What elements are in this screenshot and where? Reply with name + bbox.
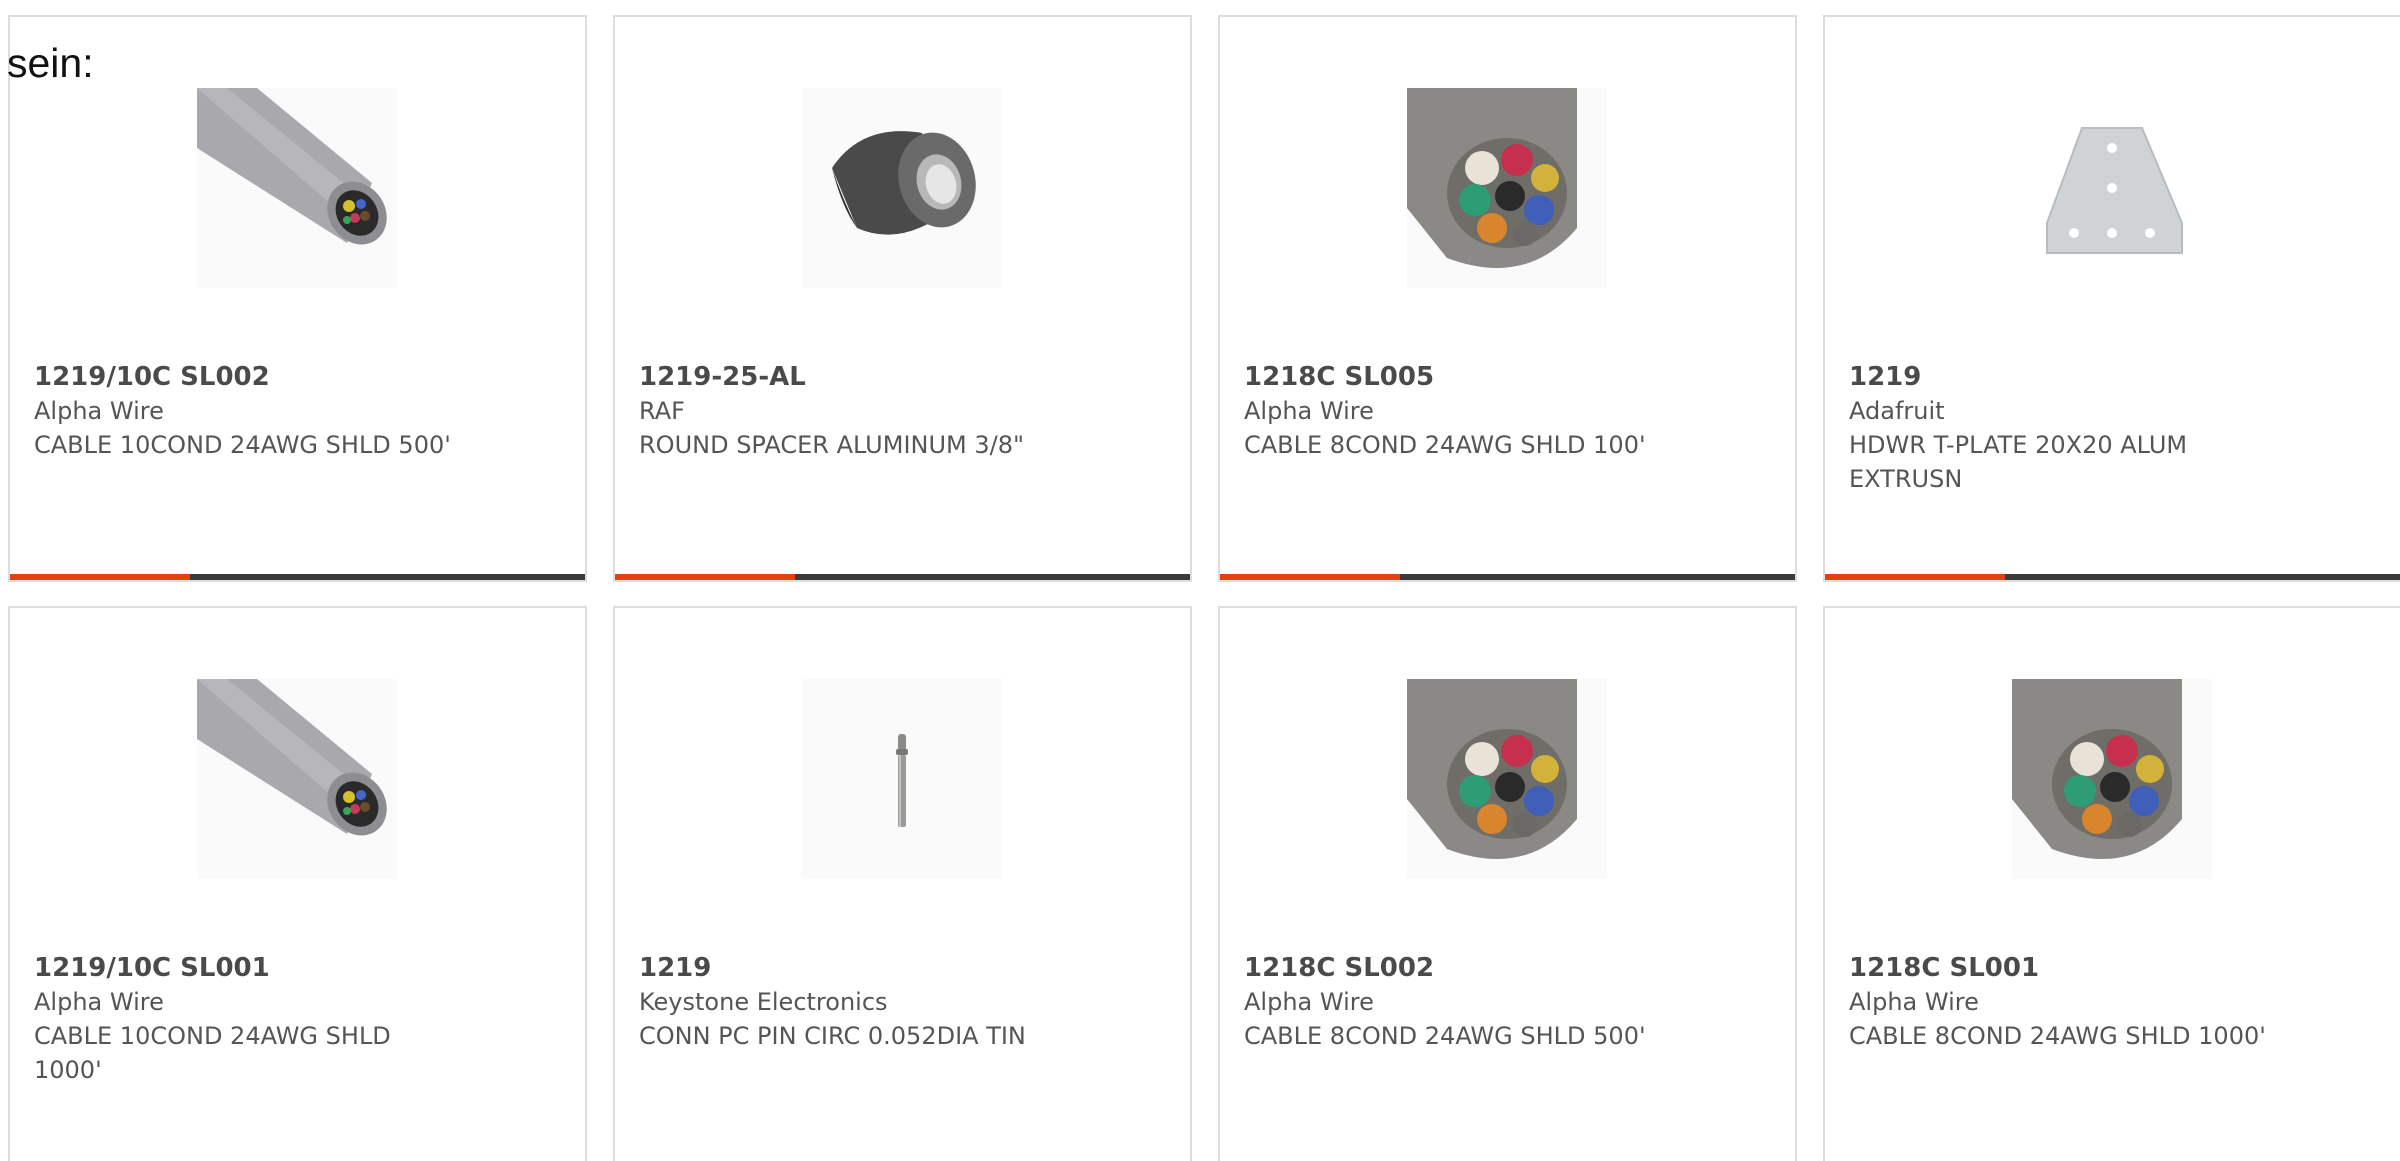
product-image[interactable] (197, 679, 397, 879)
part-number-link[interactable]: 1219/10C SL001 (34, 951, 464, 985)
product-details: 1219-25-AL RAF ROUND SPACER ALUMINUM 3/8… (639, 360, 1069, 462)
description: ROUND SPACER ALUMINUM 3/8" (639, 431, 1025, 459)
product-details: 1218C SL005 Alpha Wire CABLE 8COND 24AWG… (1244, 360, 1674, 462)
product-image[interactable] (1407, 88, 1607, 288)
product-card[interactable]: 1219 Adafruit HDWR T-PLATE 20X20 ALUM EX… (1823, 15, 2400, 582)
card-accent-bar (10, 574, 190, 580)
manufacturer: Alpha Wire (1849, 988, 1979, 1016)
product-card[interactable]: 1219 Keystone Electronics CONN PC PIN CI… (613, 606, 1192, 1161)
product-details: 1219 Keystone Electronics CONN PC PIN CI… (639, 951, 1069, 1053)
manufacturer: Alpha Wire (1244, 988, 1374, 1016)
description: HDWR T-PLATE 20X20 ALUM EXTRUSN (1849, 431, 2188, 493)
product-card[interactable]: 1219/10C SL002 Alpha Wire CABLE 10COND 2… (8, 15, 587, 582)
description: CABLE 8COND 24AWG SHLD 100' (1244, 431, 1646, 459)
manufacturer: Alpha Wire (1244, 397, 1374, 425)
multicolor-cable-end-icon (1407, 88, 1607, 288)
part-number-link[interactable]: 1218C SL005 (1244, 360, 1674, 394)
manufacturer: Alpha Wire (34, 397, 164, 425)
description: CABLE 8COND 24AWG SHLD 1000' (1849, 1022, 2266, 1050)
product-card[interactable]: 1218C SL001 Alpha Wire CABLE 8COND 24AWG… (1823, 606, 2400, 1161)
product-details: 1218C SL002 Alpha Wire CABLE 8COND 24AWG… (1244, 951, 1674, 1053)
description: CABLE 10COND 24AWG SHLD 1000' (34, 1022, 391, 1084)
part-number-link[interactable]: 1219/10C SL002 (34, 360, 464, 394)
description: CABLE 8COND 24AWG SHLD 500' (1244, 1022, 1646, 1050)
t-plate-icon (2012, 88, 2212, 288)
part-number-link[interactable]: 1219 (639, 951, 1069, 985)
card-bottom-bar (1220, 574, 1795, 580)
multicolor-cable-end-icon (1407, 679, 1607, 879)
card-accent-bar (1220, 574, 1400, 580)
product-results-page: sein: 1219/10C SL002 Alpha Wire CABLE 10… (0, 0, 2400, 1161)
prefix-text: sein: (7, 40, 94, 86)
product-details: 1218C SL001 Alpha Wire CABLE 8COND 24AWG… (1849, 951, 2279, 1053)
product-details: 1219/10C SL002 Alpha Wire CABLE 10COND 2… (34, 360, 464, 462)
description: CONN PC PIN CIRC 0.052DIA TIN (639, 1022, 1026, 1050)
product-image[interactable] (2012, 88, 2212, 288)
product-image[interactable] (802, 679, 1002, 879)
product-image[interactable] (2012, 679, 2212, 879)
product-image[interactable] (197, 88, 397, 288)
part-number-link[interactable]: 1219 (1849, 360, 2279, 394)
product-card[interactable]: 1218C SL005 Alpha Wire CABLE 8COND 24AWG… (1218, 15, 1797, 582)
product-grid: 1219/10C SL002 Alpha Wire CABLE 10COND 2… (8, 15, 2400, 1161)
round-spacer-icon (802, 88, 1002, 288)
product-image[interactable] (1407, 679, 1607, 879)
card-accent-bar (615, 574, 795, 580)
description: CABLE 10COND 24AWG SHLD 500' (34, 431, 451, 459)
card-bottom-bar (1825, 574, 2400, 580)
card-bottom-bar (615, 574, 1190, 580)
gray-cable-end-icon (197, 88, 397, 288)
manufacturer: Adafruit (1849, 397, 1945, 425)
product-card[interactable]: 1219-25-AL RAF ROUND SPACER ALUMINUM 3/8… (613, 15, 1192, 582)
card-bottom-bar (10, 574, 585, 580)
part-number-link[interactable]: 1219-25-AL (639, 360, 1069, 394)
product-details: 1219 Adafruit HDWR T-PLATE 20X20 ALUM EX… (1849, 360, 2279, 496)
product-card[interactable]: 1219/10C SL001 Alpha Wire CABLE 10COND 2… (8, 606, 587, 1161)
part-number-link[interactable]: 1218C SL001 (1849, 951, 2279, 985)
product-card[interactable]: 1218C SL002 Alpha Wire CABLE 8COND 24AWG… (1218, 606, 1797, 1161)
manufacturer: Alpha Wire (34, 988, 164, 1016)
multicolor-cable-end-icon (2012, 679, 2212, 879)
card-accent-bar (1825, 574, 2005, 580)
gray-cable-end-icon (197, 679, 397, 879)
pc-pin-icon (802, 679, 1002, 879)
manufacturer: RAF (639, 397, 685, 425)
manufacturer: Keystone Electronics (639, 988, 888, 1016)
part-number-link[interactable]: 1218C SL002 (1244, 951, 1674, 985)
product-details: 1219/10C SL001 Alpha Wire CABLE 10COND 2… (34, 951, 464, 1087)
product-image[interactable] (802, 88, 1002, 288)
